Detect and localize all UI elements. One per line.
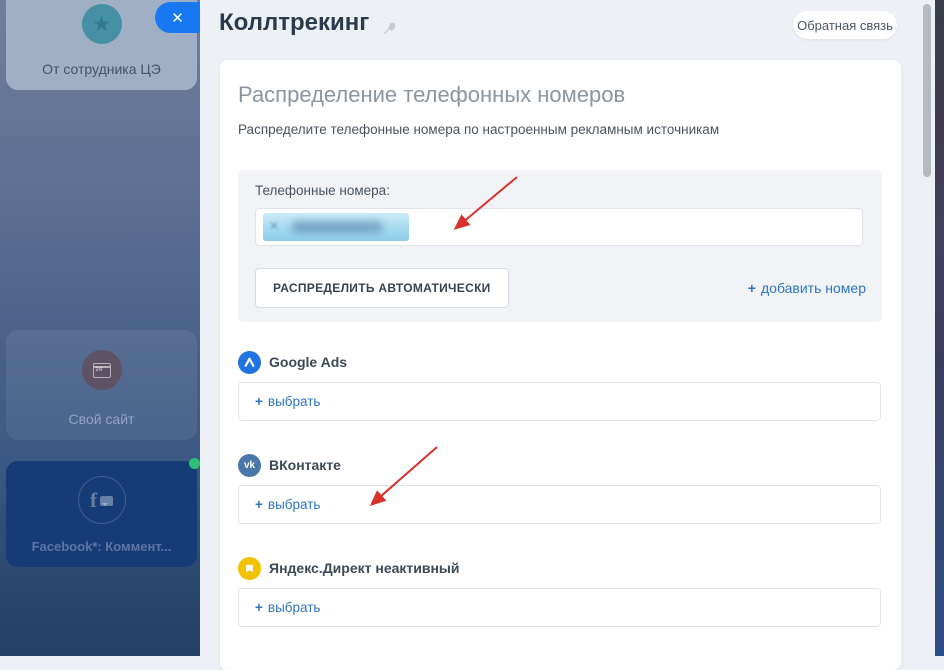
feedback-button[interactable]: Обратная связь	[793, 11, 897, 39]
close-button[interactable]: ✕	[155, 2, 200, 33]
status-dot	[189, 458, 200, 469]
source-name: Яндекс.Директ неактивный	[269, 560, 459, 576]
vk-glyph: vk	[244, 460, 255, 471]
website-icon	[82, 350, 122, 390]
section-heading: Распределение телефонных номеров	[238, 82, 625, 108]
section-subheading: Распределите телефонные номера по настро…	[238, 122, 719, 137]
source-card-label: Свой сайт	[6, 411, 197, 427]
phone-numbers-panel: Телефонные номера: ✕ РАСПРЕДЕЛИТЬ АВТОМА…	[238, 170, 882, 322]
plus-icon: +	[748, 280, 756, 296]
add-number-label: добавить номер	[761, 280, 866, 296]
select-link-google[interactable]: + выбрать	[255, 394, 320, 409]
page-title: Коллтрекинг	[219, 9, 369, 37]
sidebar: ★ От сотрудника ЦЭ Свой сайт f Facebook*…	[0, 0, 200, 656]
source-card-label: От сотрудника ЦЭ	[6, 61, 197, 77]
source-dropzone-google: + выбрать	[238, 382, 881, 421]
select-link-vk[interactable]: + выбрать	[255, 497, 320, 512]
phone-numbers-label: Телефонные номера:	[255, 183, 390, 198]
chip-remove-icon: ✕	[269, 219, 279, 233]
browser-glyph	[93, 363, 111, 378]
add-number-link[interactable]: + добавить номер	[748, 280, 866, 296]
comment-bubble-glyph	[100, 496, 113, 506]
vk-icon: vk	[238, 454, 261, 477]
source-card-facebook-comments[interactable]: f Facebook*: Коммент...	[6, 461, 197, 567]
source-dropzone-vk: + выбрать	[238, 485, 881, 524]
background-page-strip	[935, 0, 944, 656]
star-glyph: ★	[92, 12, 111, 37]
facebook-comments-icon: f	[78, 476, 126, 524]
phone-number-chip[interactable]: ✕	[263, 213, 409, 241]
feedback-button-label: Обратная связь	[797, 18, 893, 33]
plus-icon: +	[255, 600, 263, 615]
facebook-f-glyph: f	[90, 488, 97, 513]
distribute-automatically-button[interactable]: РАСПРЕДЕЛИТЬ АВТОМАТИЧЕСКИ	[255, 268, 509, 308]
google-ads-icon	[238, 351, 261, 374]
source-card-own-site[interactable]: Свой сайт	[6, 330, 197, 440]
source-name: Google Ads	[269, 354, 347, 370]
plus-icon: +	[255, 394, 263, 409]
plus-icon: +	[255, 497, 263, 512]
select-link-yandex[interactable]: + выбрать	[255, 600, 320, 615]
select-link-label: выбрать	[268, 600, 321, 615]
yandex-direct-icon	[238, 557, 261, 580]
scrollbar-thumb[interactable]	[923, 4, 931, 177]
star-icon: ★	[82, 4, 122, 44]
source-card-label: Facebook*: Коммент...	[6, 539, 197, 554]
source-dropzone-yandex: + выбрать	[238, 588, 881, 627]
select-link-label: выбрать	[268, 394, 321, 409]
close-icon: ✕	[171, 9, 184, 27]
redacted-number	[291, 221, 383, 233]
phone-numbers-input[interactable]: ✕	[255, 208, 863, 246]
source-name: ВКонтакте	[269, 457, 341, 473]
pin-icon[interactable]	[382, 20, 398, 36]
content-card: Распределение телефонных номеров Распред…	[220, 60, 901, 670]
select-link-label: выбрать	[268, 497, 321, 512]
main-panel: Коллтрекинг Обратная связь Распределение…	[200, 0, 935, 656]
